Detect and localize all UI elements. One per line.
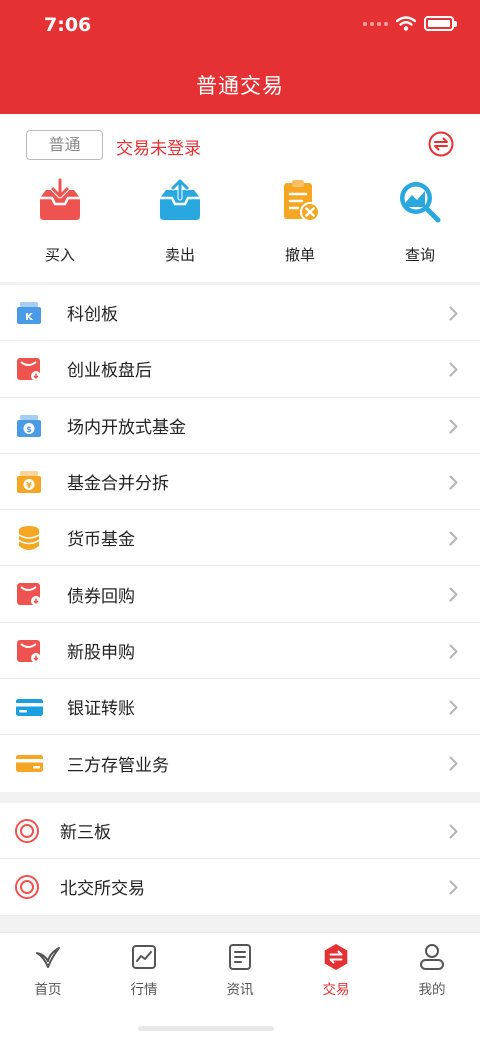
app-header: 7:06 普通交易 — [0, 0, 480, 114]
tab-news[interactable]: 资讯 — [192, 933, 288, 998]
tab-label: 行情 — [130, 982, 158, 998]
status-icons — [363, 16, 457, 31]
tab-market[interactable]: 行情 — [96, 933, 192, 998]
cancel-order-button[interactable]: 撤单 — [240, 178, 360, 265]
menu-label: 北交所交易 — [60, 879, 145, 900]
cancel-order-label: 撤单 — [284, 246, 315, 264]
tab-label: 资讯 — [226, 982, 254, 998]
menu-label: 新股申购 — [67, 642, 135, 663]
profile-icon — [420, 944, 444, 970]
home-indicator — [138, 1026, 274, 1031]
menu-label: 新三板 — [60, 823, 111, 844]
chevron-right-icon — [449, 824, 458, 839]
svg-text:K: K — [25, 312, 34, 323]
trade-icon — [324, 944, 348, 970]
menu-item-money-fund[interactable]: 货币基金 — [0, 510, 480, 567]
third-party-custody-icon — [16, 755, 43, 773]
chevron-right-icon — [449, 880, 458, 895]
bottom-tab-bar: 首页 行情 资讯 交易 我的 — [0, 932, 480, 1039]
switch-account-icon[interactable] — [428, 131, 454, 157]
menu-item-gem-after-hours[interactable]: 创业板盘后 — [0, 341, 480, 398]
buy-icon — [40, 178, 80, 220]
chevron-right-icon — [449, 644, 458, 659]
star-market-icon: K — [17, 302, 41, 324]
signal-icon — [363, 21, 388, 26]
news-icon — [229, 944, 251, 970]
money-fund-icon — [18, 526, 40, 551]
chevron-right-icon — [449, 306, 458, 321]
sell-button[interactable]: 卖出 — [120, 178, 240, 265]
login-status-link[interactable]: 交易未登录 — [116, 134, 201, 159]
tab-profile[interactable]: 我的 — [384, 933, 480, 998]
home-icon — [36, 947, 60, 968]
trade-actions: 买入 卖出 撤单 查询 — [0, 178, 480, 265]
menu-label: 创业板盘后 — [67, 361, 152, 382]
chevron-right-icon — [449, 700, 458, 715]
buy-button[interactable]: 买入 — [0, 178, 120, 265]
market-icon — [132, 945, 156, 969]
menu-label: 货币基金 — [67, 530, 135, 551]
chevron-right-icon — [449, 756, 458, 771]
trade-menu: K 科创板 创业板盘后 $ 场内开放式基金 ¥ 基金合并分拆 货币基金 债券回购… — [0, 285, 480, 792]
quick-actions-panel: 普通 交易未登录 买入 卖出 撤单 查询 — [0, 114, 480, 282]
sell-icon — [160, 178, 200, 220]
cancel-order-icon — [284, 180, 320, 222]
menu-label: 债券回购 — [67, 586, 135, 607]
svg-text:$: $ — [26, 425, 32, 434]
bank-transfer-icon — [16, 699, 43, 717]
query-icon — [400, 182, 441, 223]
tab-label: 交易 — [322, 982, 350, 998]
menu-item-fund-merge-split[interactable]: ¥ 基金合并分拆 — [0, 454, 480, 511]
bse-icon — [15, 875, 39, 900]
third-board-menu: 新三板 北交所交易 — [0, 803, 480, 916]
menu-item-neeq[interactable]: 新三板 — [0, 803, 480, 860]
account-mode-tag[interactable]: 普通 — [26, 130, 103, 160]
fund-merge-split-icon: ¥ — [17, 470, 41, 493]
menu-item-ipo-subscribe[interactable]: 新股申购 — [0, 623, 480, 680]
chevron-right-icon — [449, 531, 458, 546]
wifi-icon — [396, 16, 416, 31]
tab-label: 首页 — [34, 982, 62, 998]
listed-open-fund-icon: $ — [17, 414, 41, 437]
chevron-right-icon — [449, 587, 458, 602]
tab-label: 我的 — [418, 982, 446, 998]
status-time: 7:06 — [44, 14, 92, 36]
menu-item-star-market[interactable]: K 科创板 — [0, 285, 480, 342]
bond-repo-icon — [17, 583, 41, 607]
page-title: 普通交易 — [196, 74, 284, 98]
query-button[interactable]: 查询 — [360, 178, 480, 265]
neeq-icon — [15, 819, 39, 843]
ipo-subscribe-icon — [17, 639, 41, 663]
menu-label: 场内开放式基金 — [67, 417, 186, 438]
menu-label: 三方存管业务 — [67, 756, 169, 777]
chevron-right-icon — [449, 419, 458, 434]
svg-text:¥: ¥ — [26, 481, 32, 490]
menu-item-bank-transfer[interactable]: 银证转账 — [0, 679, 480, 736]
query-label: 查询 — [404, 246, 435, 264]
menu-label: 银证转账 — [67, 699, 135, 720]
battery-icon — [424, 16, 457, 31]
menu-label: 科创板 — [67, 305, 118, 326]
chevron-right-icon — [449, 475, 458, 490]
menu-label: 基金合并分拆 — [67, 474, 169, 495]
menu-item-bond-repo[interactable]: 债券回购 — [0, 566, 480, 623]
gem-after-hours-icon — [17, 358, 41, 382]
buy-label: 买入 — [44, 246, 75, 264]
menu-item-bse[interactable]: 北交所交易 — [0, 859, 480, 916]
tab-trade[interactable]: 交易 — [288, 933, 384, 998]
tab-home[interactable]: 首页 — [0, 933, 96, 998]
chevron-right-icon — [449, 362, 458, 377]
menu-item-listed-open-fund[interactable]: $ 场内开放式基金 — [0, 398, 480, 454]
sell-label: 卖出 — [164, 246, 195, 264]
menu-item-third-party-custody[interactable]: 三方存管业务 — [0, 735, 480, 791]
